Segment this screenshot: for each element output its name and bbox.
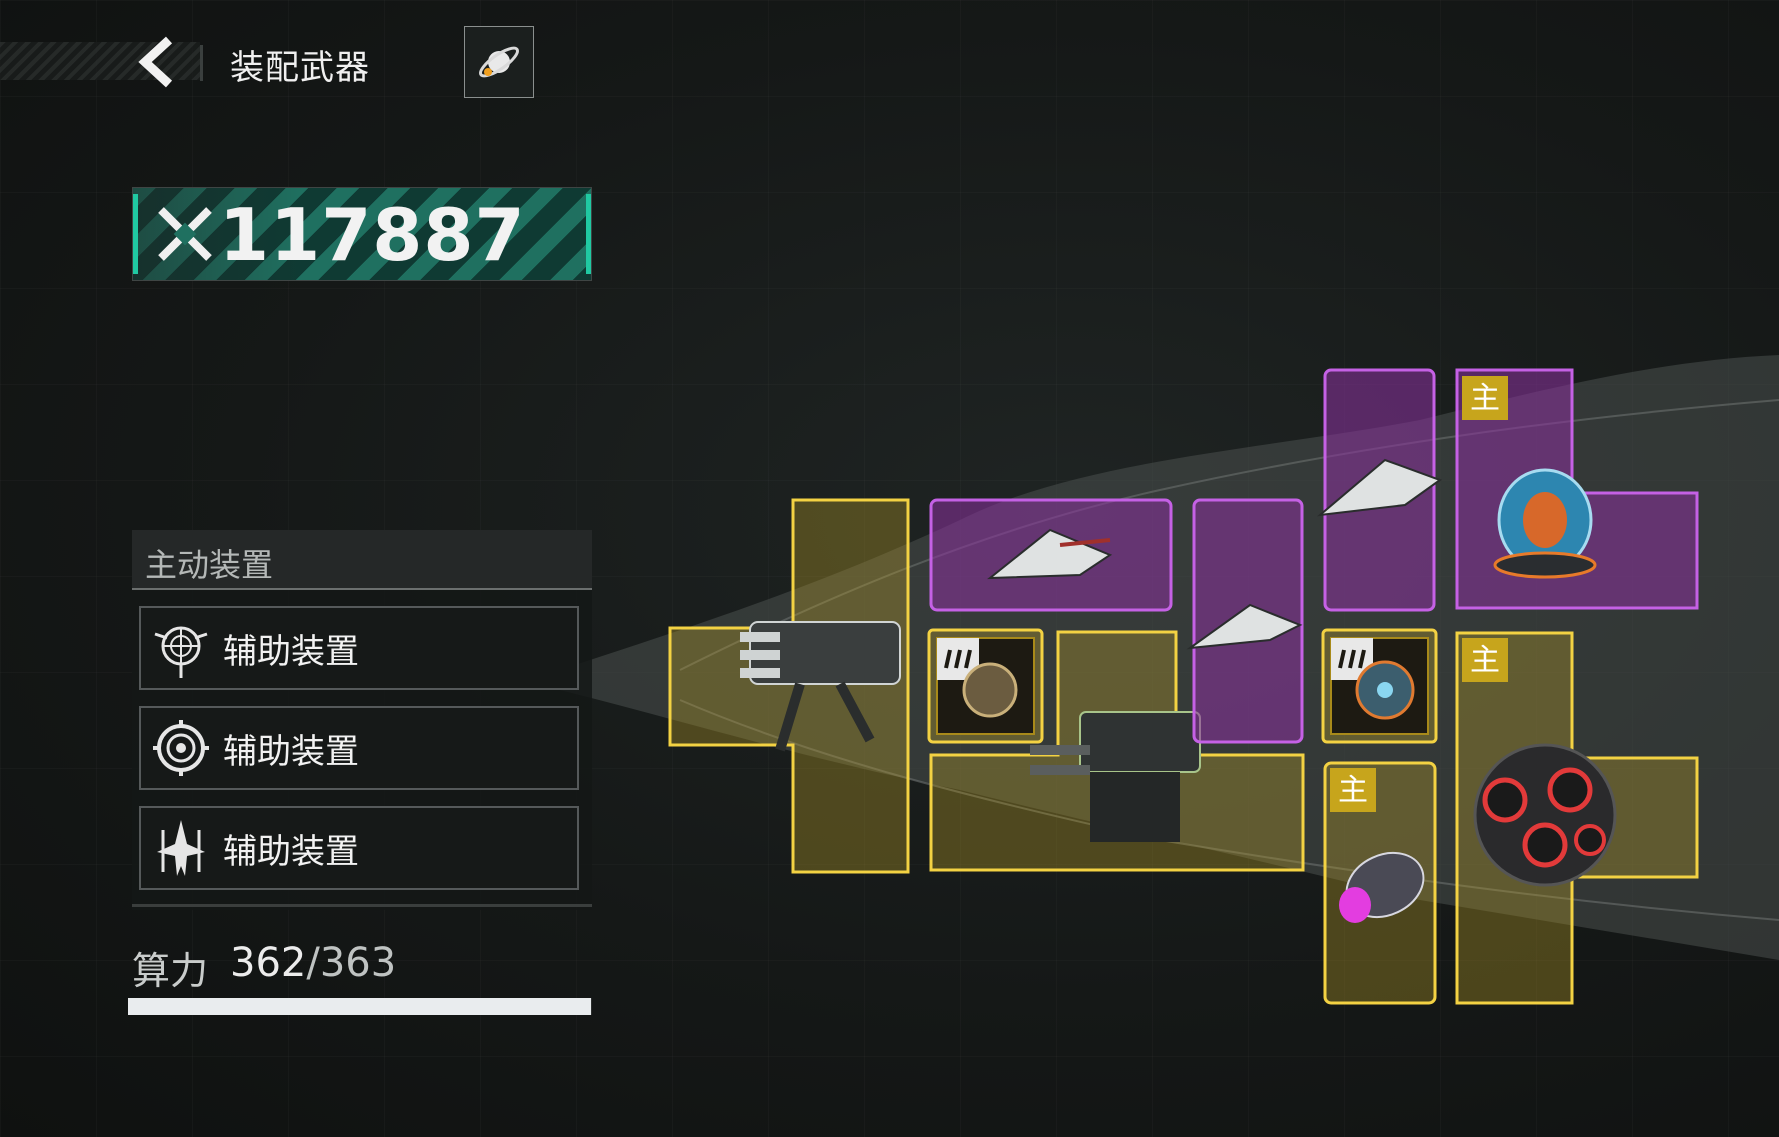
module-slot-fighter-1[interactable]	[929, 498, 1173, 612]
module-slot-fighter-3[interactable]	[1316, 368, 1443, 612]
chip-core-icon	[962, 662, 1018, 718]
module-slot-launcher[interactable]: 主	[1323, 761, 1437, 1005]
module-slot-gatling[interactable]	[668, 498, 910, 874]
module-slot-chip-1[interactable]	[927, 628, 1044, 744]
armored-sphere-icon	[1473, 743, 1617, 887]
main-tag-label: 主	[1470, 643, 1500, 678]
equipment-grid: 主 主 主	[668, 368, 1699, 1005]
main-tag-label: 主	[1338, 773, 1368, 808]
module-slot-sphere[interactable]: 主	[1455, 631, 1699, 1005]
module-slot-fighter-2[interactable]	[1186, 498, 1304, 744]
energy-orb-icon	[1493, 468, 1597, 579]
module-slot-energy-orb[interactable]: 主	[1455, 368, 1699, 610]
main-tag-label: 主	[1470, 381, 1500, 416]
module-slot-chip-2[interactable]	[1321, 628, 1438, 744]
